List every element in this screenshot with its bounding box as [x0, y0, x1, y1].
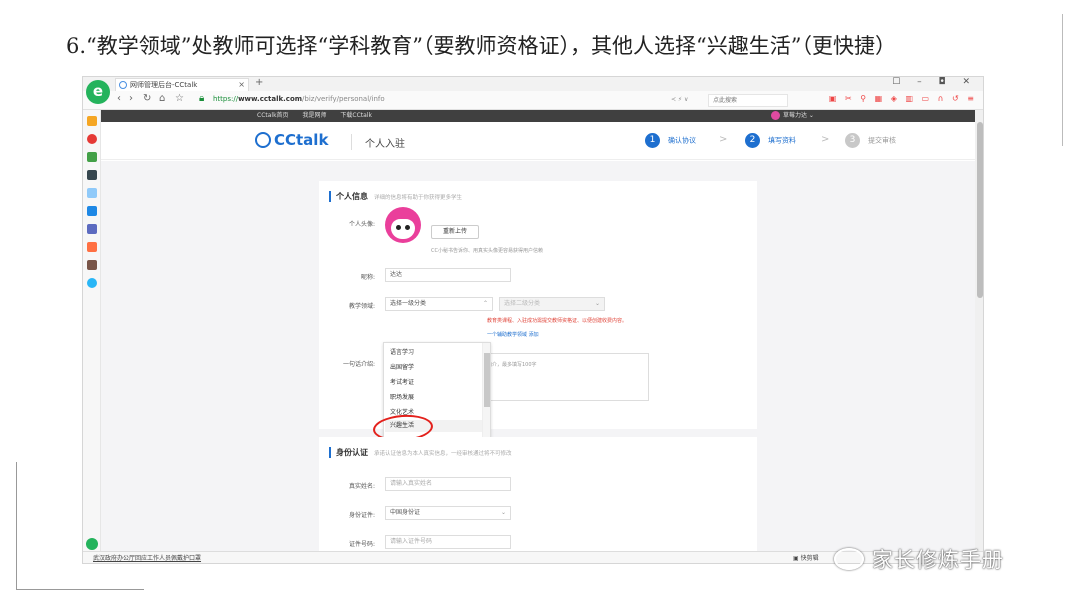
dropdown-option[interactable]: 语言学习 [390, 347, 414, 356]
section-title: 个人信息 详细的信息将有助于你获得更多学生 [329, 191, 462, 202]
game-icon[interactable] [87, 224, 97, 234]
user-menu[interactable]: 草莓力达 ⌄ [771, 110, 814, 122]
step-arrow-icon: > [821, 134, 830, 145]
step-submit-review: 3 提交审核 [845, 133, 896, 148]
browser-helper-icon[interactable] [86, 538, 98, 550]
instruction-heading: 6.“教学领域”处教师可选择“学科教育”（要教师资格证），其他人选择“兴趣生活”… [66, 34, 896, 58]
topnav-teacher-link[interactable]: 我是网师 [302, 112, 326, 119]
step-confirm-agreement: 1 确认协议 [645, 133, 696, 148]
app-icon[interactable] [87, 170, 97, 180]
news-icon[interactable] [87, 260, 97, 270]
domain-primary-select[interactable]: 选择一级分类 ⌃ [385, 297, 493, 311]
back-icon[interactable]: ‹ [117, 93, 121, 104]
intro-hint: 简介，最多填写100字 [487, 362, 537, 368]
news-ticker-link[interactable]: 武汉政府办公厅回应工作人员佩戴护口罩 [93, 552, 201, 563]
avatar-hint: CC小秘书告诉你、用真实头像更容易获得用户信赖 [431, 248, 543, 254]
user-name: 草莓力达 [783, 112, 808, 119]
idtype-label: 身份证件: [348, 512, 375, 519]
page-scroll-thumb[interactable] [977, 122, 983, 298]
url-field[interactable]: https://www.cctalk.com/biz/verify/person… [213, 95, 385, 103]
tool-icon[interactable] [87, 278, 97, 288]
divider-line [16, 589, 144, 590]
realname-field[interactable]: 请输入真实姓名 [385, 477, 511, 491]
page-icon [119, 81, 127, 89]
divider-line [1062, 14, 1063, 146]
cctalk-logo-icon [255, 132, 271, 148]
chevron-up-icon: ⌃ [482, 300, 488, 307]
avatar-image [385, 207, 421, 243]
dropdown-scrollbar[interactable] [482, 343, 490, 437]
browser-window: 网师管理后台-CCtalk × + ☐ – ◘ ✕ e ‹ › ↻ ⌂ ☆ 🔒︎… [82, 76, 984, 564]
add-domain-link[interactable]: 一个辅助教学领域 添加 [487, 331, 539, 338]
domain-secondary-select[interactable]: 选择二级分类 ⌄ [499, 297, 605, 311]
section-title: 身份认证 承诺认证信息为本人真实信息，一经审核通过将不可修改 [329, 447, 512, 458]
divider-line [16, 462, 17, 590]
video-icon[interactable] [87, 242, 97, 252]
intro-label: 一句话介绍: [342, 361, 375, 368]
identity-card: 身份认证 承诺认证信息为本人真实信息，一经审核通过将不可修改 真实姓名: 请输入真… [319, 437, 757, 563]
tab-title: 网师管理后台-CCtalk [130, 81, 198, 89]
address-bar: ‹ › ↻ ⌂ ☆ 🔒︎ https://www.cctalk.com/biz/… [83, 91, 983, 110]
step-arrow-icon: > [719, 134, 728, 145]
page-title: 个人入驻 [365, 139, 405, 150]
topnav-home-link[interactable]: CCtalk首页 [257, 112, 289, 119]
nickname-field[interactable]: 达达 [385, 268, 511, 282]
chat-icon[interactable] [87, 206, 97, 216]
chevron-down-icon: ⌄ [500, 509, 506, 516]
step-fill-info: 2 填写资料 [745, 133, 796, 148]
close-tab-icon[interactable]: × [238, 79, 245, 91]
idno-label: 证件号码: [348, 541, 375, 548]
browser-logo-icon: e [86, 80, 110, 104]
lock-icon: 🔒︎ [199, 93, 205, 104]
site-topbar: CCtalk首页 我是网师 下载CCtalk 草莓力达 ⌄ [101, 110, 983, 122]
reupload-button[interactable]: 重新上传 [431, 225, 479, 239]
weibo-icon[interactable] [87, 134, 97, 144]
site-header: CCtalk 个人入驻 1 确认协议 > 2 填写资料 > 3 提交审核 [101, 122, 983, 160]
toolbar-extension-icons[interactable]: ▣ ✂ ⚲ ▦ ◈ ▥ ▭ ∩ ↺ ≡ [829, 94, 977, 103]
browser-sidebar [83, 110, 101, 563]
avatar-label: 个人头像: [348, 221, 375, 228]
page-body: 个人信息 详细的信息将有助于你获得更多学生 个人头像: 重新上传 CC小秘书告诉你… [101, 161, 975, 563]
doc-icon[interactable] [87, 188, 97, 198]
home-icon[interactable]: ⌂ [159, 93, 165, 104]
domain-hint: 教育类课程、入驻成功需提交教师资格证、以便创建收费内容。 [487, 318, 628, 324]
favorites-icon[interactable] [87, 116, 97, 126]
chevron-down-icon: ⌄ [594, 300, 600, 307]
dropdown-option[interactable]: 出国留学 [390, 362, 414, 371]
quick-edit-link[interactable]: ▣ 快剪辑 [793, 552, 819, 563]
refresh-icon[interactable]: ↻ [143, 93, 151, 104]
new-tab-button[interactable]: + [255, 77, 263, 88]
share-icon[interactable]: ≺ ⚡ ∨ [671, 96, 688, 103]
domain-label: 教学领域: [348, 303, 375, 310]
browser-tab[interactable]: 网师管理后台-CCtalk × [115, 78, 249, 91]
window-controls[interactable]: ☐ – ◘ ✕ [892, 77, 977, 87]
dropdown-option[interactable]: 考试考证 [390, 377, 414, 386]
avatar [771, 111, 780, 120]
forward-icon[interactable]: › [129, 93, 133, 104]
dropdown-option[interactable]: 职场发展 [390, 392, 414, 401]
dropdown-scroll-thumb[interactable] [484, 353, 490, 407]
mail-icon[interactable] [87, 152, 97, 162]
watermark: 家长修炼手册 [834, 544, 1004, 574]
topnav-download-link[interactable]: 下载CCtalk [340, 112, 372, 119]
tab-strip: 网师管理后台-CCtalk × + ☐ – ◘ ✕ [83, 77, 983, 91]
page-scrollbar[interactable] [975, 110, 983, 563]
idno-field[interactable]: 请输入证件号码 [385, 535, 511, 549]
idtype-select[interactable]: 中国身份证 ⌄ [385, 506, 511, 520]
divider [351, 134, 352, 150]
star-icon[interactable]: ☆ [175, 93, 184, 104]
search-input[interactable]: 点此搜索 [708, 94, 788, 107]
realname-label: 真实姓名: [348, 483, 375, 490]
cctalk-logo[interactable]: CCtalk [255, 131, 328, 149]
personal-info-card: 个人信息 详细的信息将有助于你获得更多学生 个人头像: 重新上传 CC小秘书告诉你… [319, 181, 757, 444]
wechat-icon [834, 548, 864, 570]
nickname-label: 昵称: [360, 274, 375, 281]
